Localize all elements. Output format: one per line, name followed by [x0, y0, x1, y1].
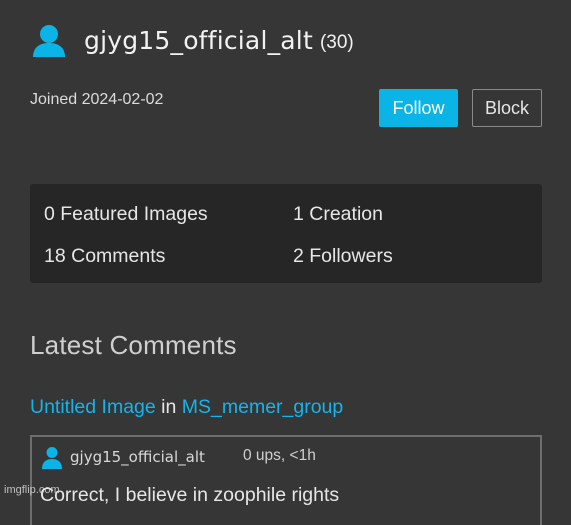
- watermark: imgflip.com: [4, 484, 60, 496]
- stream-link[interactable]: MS_memer_group: [182, 396, 343, 418]
- stat-featured-images[interactable]: 0 Featured Images: [44, 203, 208, 226]
- block-button[interactable]: Block: [472, 89, 542, 127]
- stats-panel: 0 Featured Images 1 Creation 18 Comments…: [30, 184, 542, 283]
- joined-date: Joined 2024-02-02: [30, 91, 164, 108]
- user-icon: [42, 447, 62, 469]
- profile-points: (30): [319, 31, 354, 53]
- comment-card: gjyg15_official_alt 0 ups, <1h Correct, …: [30, 435, 542, 525]
- comment-text: Correct, I believe in zoophile rights: [40, 484, 340, 506]
- image-title-link[interactable]: Untitled Image: [30, 396, 156, 418]
- stat-followers[interactable]: 2 Followers: [293, 245, 393, 268]
- user-icon: [33, 25, 65, 57]
- follow-button[interactable]: Follow: [379, 89, 458, 127]
- profile-header: gjyg15_official_alt (30): [30, 22, 354, 58]
- stat-creations[interactable]: 1 Creation: [293, 203, 383, 226]
- comment-source: Untitled Image in MS_memer_group: [30, 396, 343, 419]
- comment-author[interactable]: gjyg15_official_alt: [70, 448, 205, 466]
- latest-comments-title: Latest Comments: [30, 330, 237, 360]
- comment-meta: 0 ups, <1h: [243, 447, 316, 464]
- stat-comments[interactable]: 18 Comments: [44, 245, 165, 268]
- in-label: in: [161, 396, 177, 418]
- profile-username: gjyg15_official_alt: [84, 25, 313, 55]
